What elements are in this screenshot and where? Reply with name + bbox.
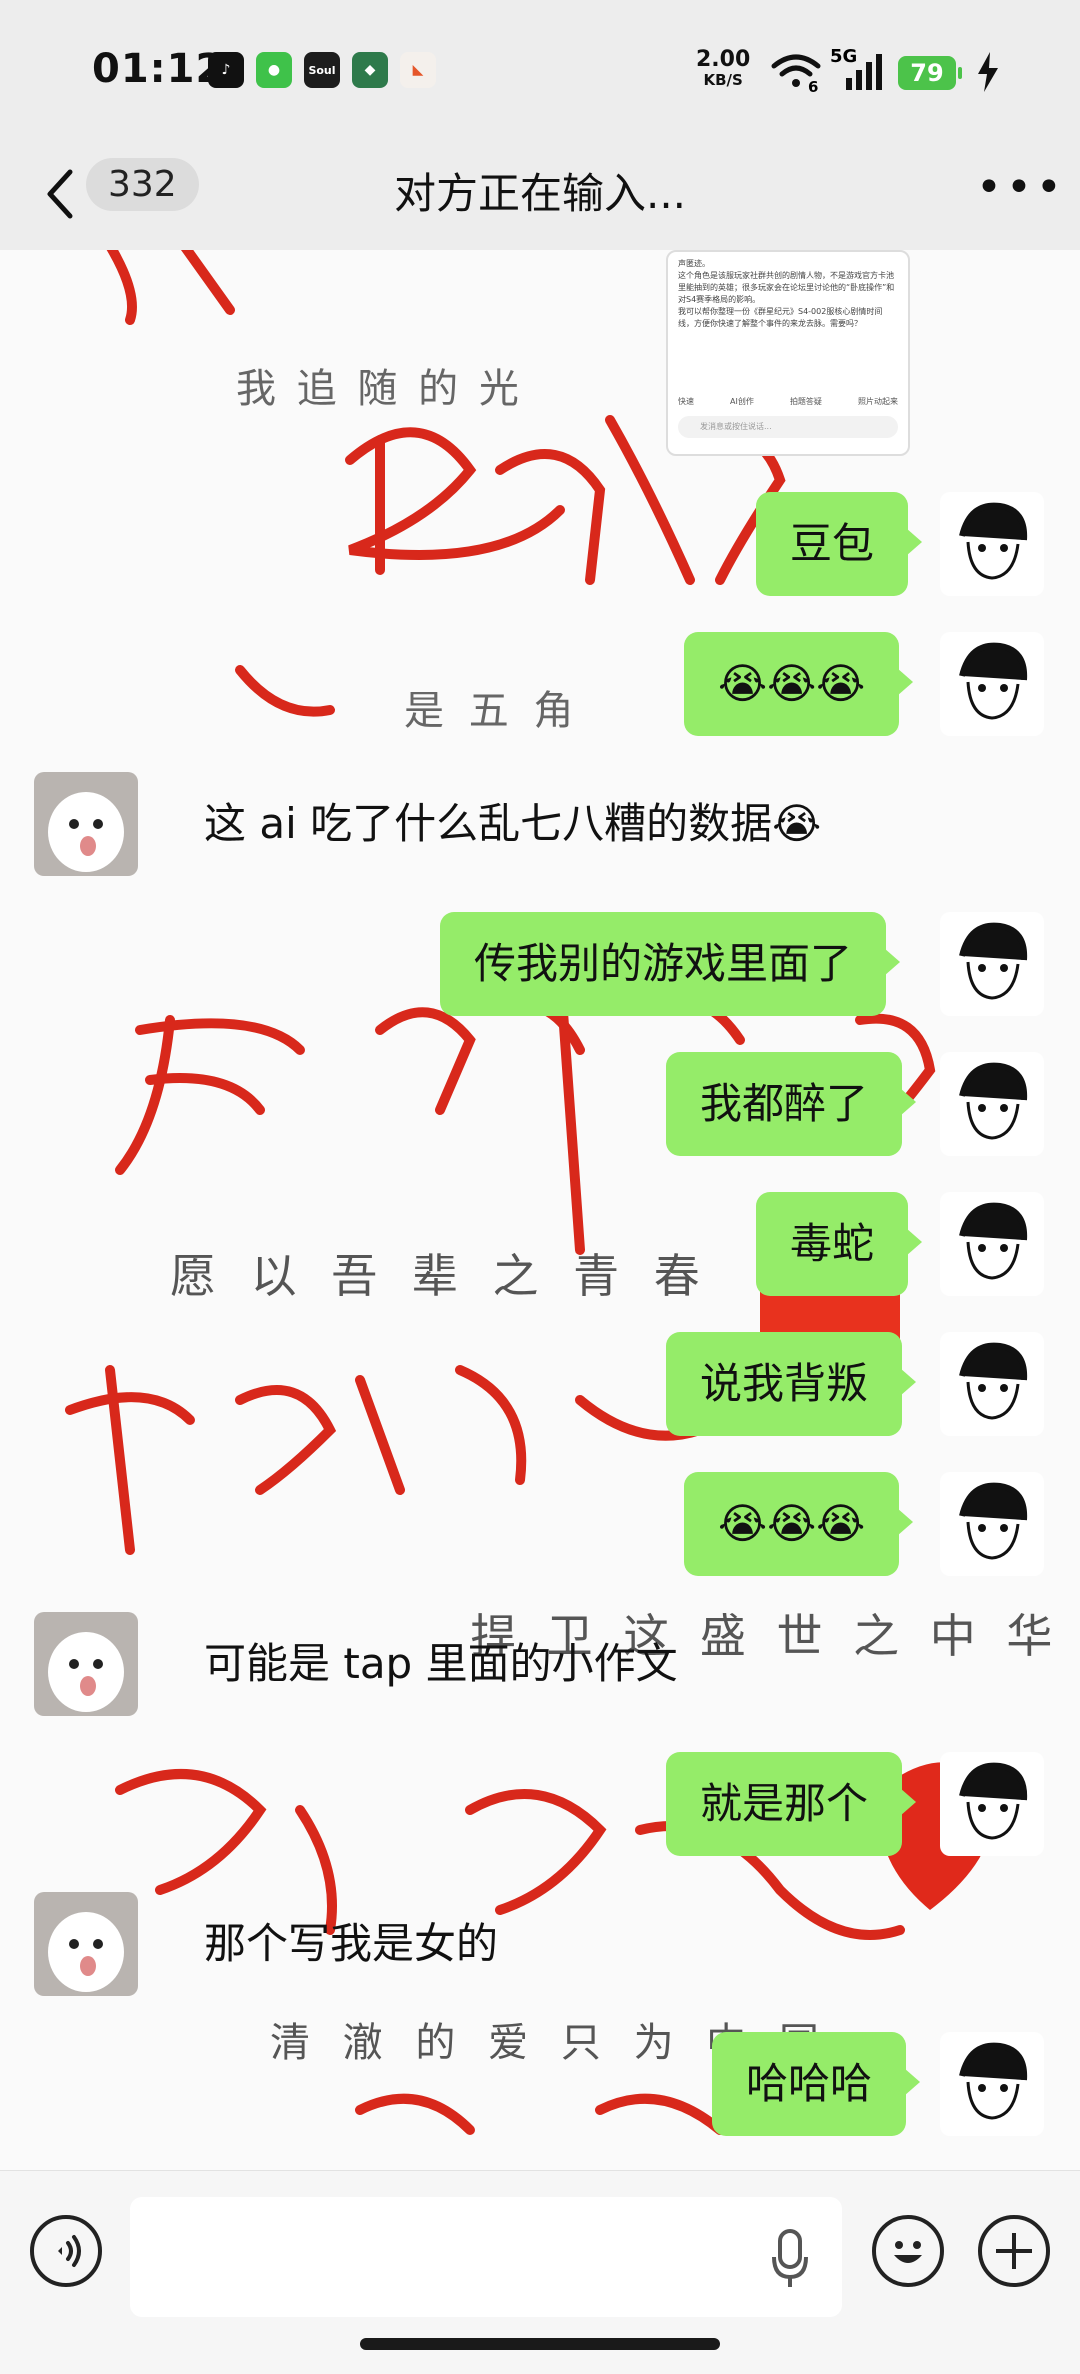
voice-toggle-button[interactable] <box>30 2215 102 2287</box>
contact-avatar[interactable] <box>34 1892 138 1996</box>
image-action: 照片动起来 <box>857 397 898 406</box>
wifi-icon <box>771 54 882 90</box>
message-bubble-sent[interactable]: 说我背叛 <box>666 1332 917 1436</box>
more-options-icon[interactable]: ••• <box>976 162 1066 213</box>
image-action: 快速 <box>678 397 694 406</box>
charging-icon <box>978 52 998 92</box>
network-speed-value: 2.00 <box>696 47 751 72</box>
message-bubble-received[interactable]: 这 ai 吃了什么乱七八糟的数据😭 <box>170 772 855 876</box>
message-bubble-sent[interactable]: 哈哈哈 <box>712 2032 921 2136</box>
image-message[interactable]: 声匿迹。 这个角色是该服玩家社群共创的剧情人物，不是游戏官方卡池里能抽到的英雄；… <box>666 250 910 456</box>
chat-title: 对方正在输入... <box>393 169 687 218</box>
home-indicator[interactable] <box>360 2338 720 2350</box>
more-actions-button[interactable] <box>978 2215 1050 2287</box>
message-bubble-sent[interactable]: 我都醉了 <box>666 1052 917 1156</box>
image-text-line: 这个角色是该服玩家社群共创的剧情人物，不是游戏官方卡池里能抽到的英雄；很多玩家会… <box>678 271 895 304</box>
message-bubble-received[interactable]: 可能是 tap 里面的小作文 <box>170 1612 712 1716</box>
message-bubble-received[interactable]: 那个写我是女的 <box>170 1892 532 1996</box>
image-action: AI创作 <box>730 397 754 406</box>
emoji-button[interactable] <box>872 2215 944 2287</box>
my-avatar[interactable] <box>940 1192 1044 1296</box>
game-icon: ◆ <box>352 52 388 88</box>
wallpaper-text-2: 是 五 角 <box>404 688 580 734</box>
microphone-icon[interactable] <box>770 2227 810 2291</box>
voice-wave-icon <box>58 2235 81 2267</box>
my-avatar[interactable] <box>940 632 1044 736</box>
network-speed-unit: KB/S <box>703 71 743 89</box>
wallpaper-text-1: 我 追 随 的 光 <box>236 366 523 412</box>
chat-header: 332 对方正在输入... ••• <box>0 140 1080 250</box>
message-bubble-sent[interactable]: 豆包 <box>756 492 923 596</box>
message-bubble-sent[interactable]: 😭😭😭 <box>684 632 914 736</box>
tiktok-icon: ♪ <box>208 52 244 88</box>
soul-icon: Soul <box>304 52 340 88</box>
image-action-row: 快速 AI创作 拍题答疑 照片动起来 <box>678 396 898 408</box>
plus-icon <box>996 2233 1032 2269</box>
image-text-line: 我可以帮你整理一份《群星纪元》S4-002服核心剧情时间线，方便你快速了解整个事… <box>678 307 883 328</box>
image-input-field: 发消息或按住说话... <box>678 416 898 438</box>
battery-indicator: 79 <box>898 56 962 90</box>
my-avatar[interactable] <box>940 1752 1044 1856</box>
smiley-icon <box>894 2241 922 2263</box>
wallpaper-text-3: 愿 以 吾 辈 之 青 春 <box>170 1249 710 1303</box>
message-list[interactable]: 我 追 随 的 光 是 五 角 愿 以 吾 辈 之 青 春 捍 卫 这 盛 世 … <box>0 250 1080 2170</box>
image-action: 拍题答疑 <box>789 397 822 406</box>
status-bar: 01:12 ♪ ● Soul ◆ ◣ 2.00 KB/S 6 5G 79 <box>0 0 1080 140</box>
status-app-icons: ♪ ● Soul ◆ ◣ <box>208 52 436 88</box>
my-avatar[interactable] <box>940 1052 1044 1156</box>
my-avatar[interactable] <box>940 1332 1044 1436</box>
network-type: 5G <box>830 46 858 67</box>
contact-avatar[interactable] <box>34 772 138 876</box>
my-avatar[interactable] <box>940 1472 1044 1576</box>
my-avatar[interactable] <box>940 2032 1044 2136</box>
message-bubble-sent[interactable]: 毒蛇 <box>756 1192 923 1296</box>
my-avatar[interactable] <box>940 912 1044 1016</box>
mini-game-icon: ◣ <box>400 52 436 88</box>
status-time: 01:12 <box>92 46 225 92</box>
message-input[interactable] <box>130 2197 842 2317</box>
image-text-line: 声匿迹。 <box>678 259 710 268</box>
network-speed: 2.00 KB/S <box>696 47 751 90</box>
signal-group: 6 5G <box>770 46 886 98</box>
message-bubble-sent[interactable]: 😭😭😭 <box>684 1472 914 1576</box>
message-bubble-sent[interactable]: 就是那个 <box>666 1752 917 1856</box>
contact-avatar[interactable] <box>34 1612 138 1716</box>
wechat-icon: ● <box>256 52 292 88</box>
message-bubble-sent[interactable]: 传我别的游戏里面了 <box>440 912 901 1016</box>
wifi-sub-label: 6 <box>808 78 819 96</box>
my-avatar[interactable] <box>940 492 1044 596</box>
